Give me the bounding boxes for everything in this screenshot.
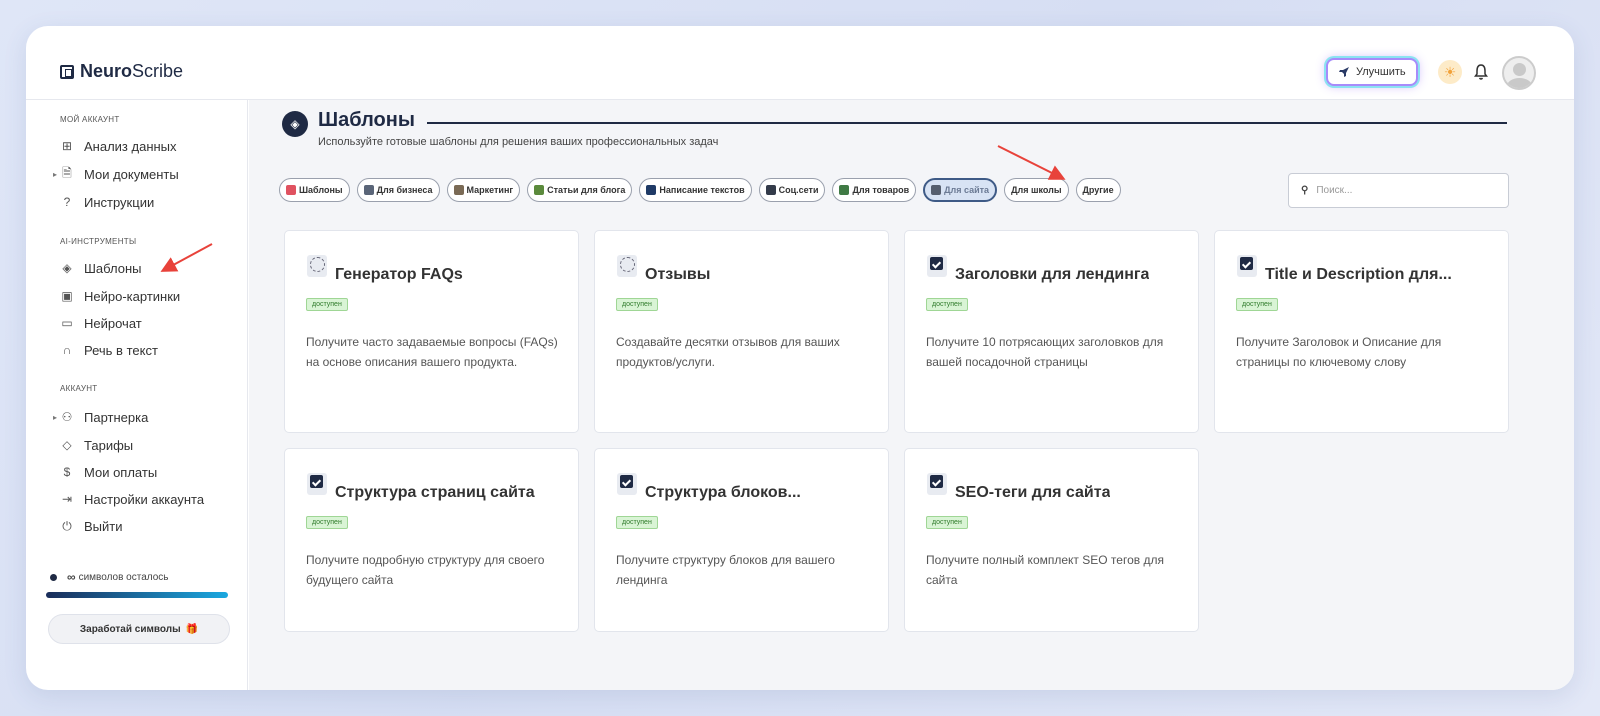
arrow-to-website-chip bbox=[997, 145, 1066, 180]
annotation-arrows bbox=[160, 145, 1066, 272]
arrow-to-templates bbox=[160, 243, 213, 272]
